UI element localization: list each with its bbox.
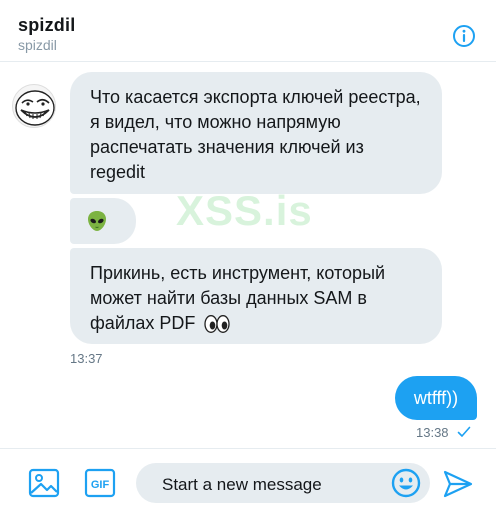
message-text: Прикинь, есть инструмент, который может … <box>90 263 386 333</box>
avatar[interactable] <box>12 84 56 128</box>
message-text: Что касается экспорта ключей реестра, я … <box>90 87 421 182</box>
conversation-handle: spizdil <box>18 37 57 53</box>
image-icon[interactable] <box>28 467 60 499</box>
conversation-header: spizdil spizdil <box>0 0 496 62</box>
alien-emoji-icon <box>88 211 106 231</box>
send-icon[interactable] <box>442 468 474 500</box>
message-text: wtfff)) <box>413 388 459 408</box>
message-input[interactable]: Start a new message <box>136 463 430 503</box>
message-bubble-incoming[interactable]: Прикинь, есть инструмент, который может … <box>70 248 442 344</box>
eyes-emoji-icon <box>204 315 231 334</box>
message-bubble-incoming[interactable]: Что касается экспорта ключей реестра, я … <box>70 72 442 194</box>
checkmark-icon <box>457 426 471 437</box>
message-timestamp: 13:38 <box>416 425 449 440</box>
gif-icon[interactable]: GIF <box>84 467 116 499</box>
message-timestamp: 13:37 <box>70 351 103 366</box>
gif-label: GIF <box>91 479 110 491</box>
emoji-icon[interactable] <box>390 467 422 499</box>
info-icon[interactable] <box>452 24 476 48</box>
message-composer: GIF Start a new message <box>0 448 496 515</box>
message-input-placeholder: Start a new message <box>162 475 322 494</box>
trollface-icon <box>15 90 55 126</box>
conversation-title[interactable]: spizdil <box>18 15 75 36</box>
message-bubble-incoming[interactable] <box>70 198 136 244</box>
watermark: XSS.is <box>176 187 313 234</box>
message-bubble-outgoing[interactable]: wtfff)) <box>395 376 477 420</box>
